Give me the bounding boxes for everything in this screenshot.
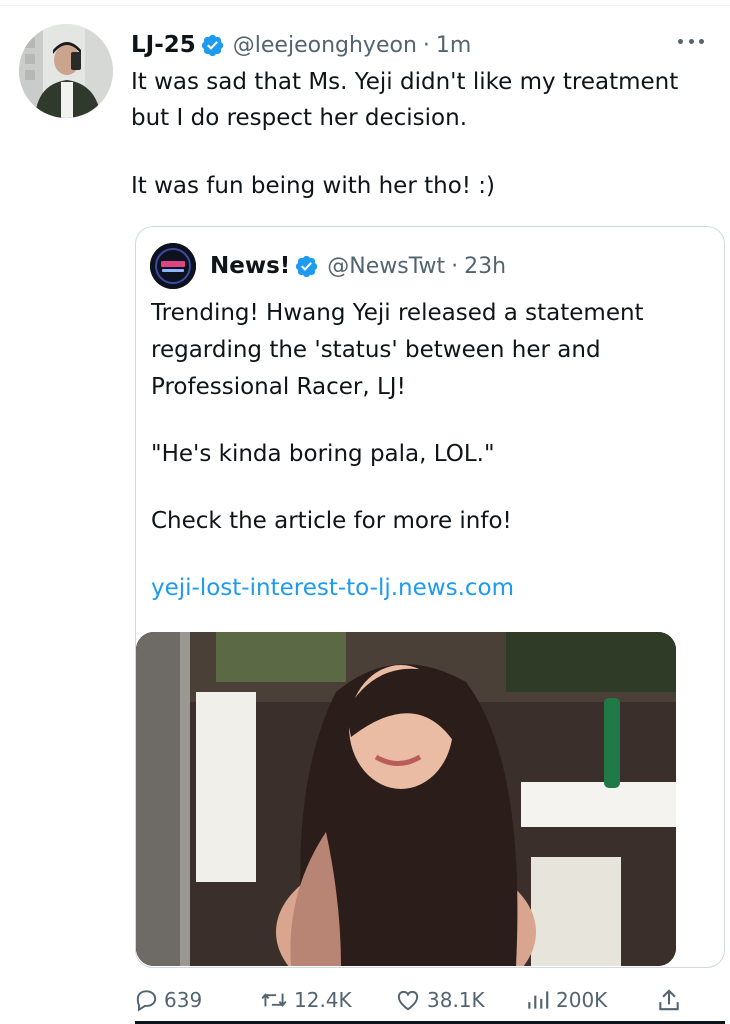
reply-count: 639 (164, 988, 203, 1012)
quoted-tweet-card[interactable]: News! @NewsTwt · 23h Trending! Hwang Yej… (135, 226, 725, 968)
separator-dot: · (451, 253, 459, 279)
quoted-tweet-header: News! @NewsTwt · 23h (210, 249, 506, 283)
author-avatar[interactable] (19, 24, 113, 118)
tweet-action-bar: 639 12.4K 38.1K 200K (0, 984, 730, 1016)
share-icon (659, 989, 679, 1011)
article-link[interactable]: yeji-lost-interest-to-lj.news.com (151, 570, 711, 607)
retweet-icon (261, 993, 287, 1007)
tweet-text-line: It was sad that Ms. Yeji didn't like my … (131, 69, 679, 95)
view-count: 200K (556, 988, 608, 1012)
quoted-text-line: Professional Racer, LJ! (151, 374, 406, 400)
tweet-text-line: It was fun being with her tho! :) (131, 173, 496, 199)
quoted-text-line: regarding the 'status' between her and (151, 337, 601, 363)
tweet-header: LJ-25 @leejeonghyeon · 1m (131, 30, 471, 60)
tweet-body: It was sad that Ms. Yeji didn't like my … (131, 64, 711, 204)
separator-dot: · (422, 32, 430, 58)
news-logo (150, 243, 196, 289)
reply-button[interactable]: 639 (133, 984, 202, 1016)
tweet-text-line: but I do respect her decision. (131, 105, 468, 131)
news-avatar[interactable] (150, 243, 196, 289)
quoted-timestamp[interactable]: 23h (464, 254, 506, 279)
retweet-count: 12.4K (294, 988, 352, 1012)
more-dots-icon[interactable] (676, 30, 706, 52)
quoted-text-line: "He's kinda boring pala, LOL." (151, 441, 495, 467)
quoted-text-line: Trending! Hwang Yeji released a statemen… (151, 300, 644, 326)
tweet-timestamp[interactable]: 1m (436, 33, 471, 58)
quoted-text-line: Check the article for more info! (151, 508, 512, 534)
top-divider (0, 0, 730, 6)
quoted-media-photo[interactable] (136, 632, 676, 966)
verified-badge-icon (296, 255, 318, 277)
analytics-icon (528, 991, 549, 1009)
heart-icon (397, 990, 419, 1011)
reply-icon (136, 990, 157, 1012)
verified-badge-icon (201, 34, 223, 56)
author-display-name[interactable]: LJ-25 (131, 32, 196, 58)
like-button[interactable]: 38.1K (394, 984, 485, 1016)
profile-photo (19, 24, 113, 118)
author-handle[interactable]: @leejeonghyeon (233, 33, 417, 58)
quoted-handle[interactable]: @NewsTwt (327, 254, 445, 279)
photo (136, 632, 676, 966)
quoted-display-name[interactable]: News! (210, 253, 290, 279)
like-count: 38.1K (427, 988, 485, 1012)
share-button[interactable] (656, 984, 682, 1016)
retweet-button[interactable]: 12.4K (259, 984, 352, 1016)
quoted-tweet-body: Trending! Hwang Yeji released a statemen… (151, 295, 711, 607)
views-button[interactable]: 200K (525, 984, 607, 1016)
